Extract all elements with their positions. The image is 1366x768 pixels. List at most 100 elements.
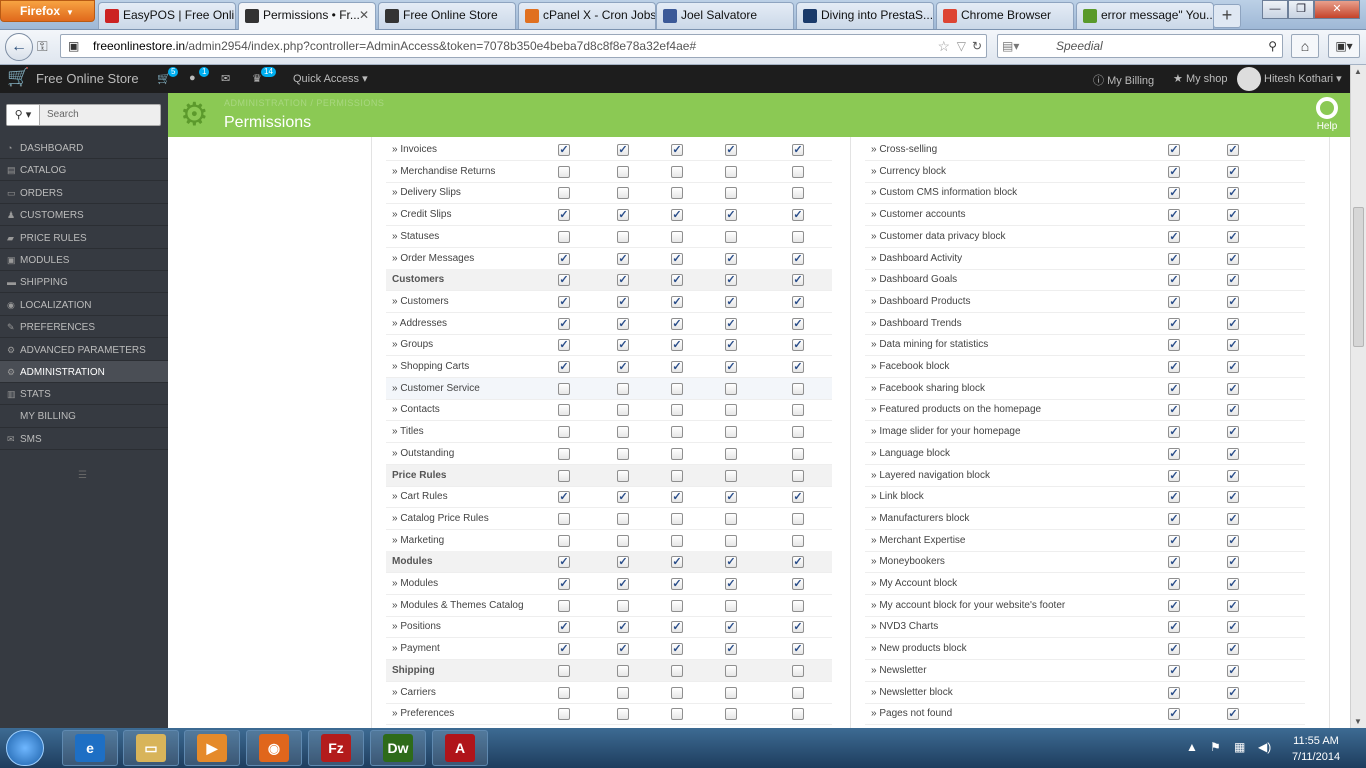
checked-checkbox[interactable]: ✓ [1168,643,1180,656]
checked-checkbox[interactable]: ✓ [617,361,629,373]
checked-checkbox[interactable]: ✓ [671,295,683,308]
unchecked-checkbox[interactable] [558,534,570,547]
unchecked-checkbox[interactable] [617,187,629,200]
bookmark-star-icon[interactable]: ☆ [937,35,950,57]
unchecked-checkbox[interactable] [671,404,683,417]
checked-checkbox[interactable]: ✓ [1227,512,1239,525]
checked-checkbox[interactable]: ✓ [725,144,737,156]
sidebar-item-advanced-parameters[interactable]: ⚙ ADVANCED PARAMETERS [0,339,168,361]
checked-checkbox[interactable]: ✓ [1227,686,1239,699]
sidebar-item-dashboard[interactable]: ◔ DASHBOARD [0,137,168,159]
checked-checkbox[interactable]: ✓ [617,556,629,569]
checked-checkbox[interactable]: ✓ [1227,144,1239,156]
checked-checkbox[interactable]: ✓ [558,491,570,504]
checked-checkbox[interactable]: ✓ [1168,491,1180,504]
unchecked-checkbox[interactable] [558,447,570,460]
unchecked-checkbox[interactable] [671,382,683,395]
unchecked-checkbox[interactable] [792,534,804,547]
unchecked-checkbox[interactable] [617,664,629,677]
search-bar[interactable]: ▤▾ Speedial ⚲ [997,34,1283,58]
unchecked-checkbox[interactable] [671,708,683,721]
unchecked-checkbox[interactable] [617,686,629,699]
sidebar-item-administration[interactable]: ⚙ ADMINISTRATION [0,361,168,383]
unchecked-checkbox[interactable] [725,426,737,439]
sidebar-item-modules[interactable]: ▣ MODULES [0,249,168,271]
sidebar-item-customers[interactable]: ♟ CUSTOMERS [0,204,168,227]
checked-checkbox[interactable]: ✓ [558,144,570,156]
unchecked-checkbox[interactable] [792,599,804,612]
checked-checkbox[interactable]: ✓ [1168,512,1180,525]
checked-checkbox[interactable]: ✓ [792,361,804,373]
checked-checkbox[interactable]: ✓ [725,556,737,569]
unchecked-checkbox[interactable] [671,534,683,547]
dreamweaver-taskbar-button[interactable]: Dw [370,730,426,766]
scroll-down-arrow-icon[interactable]: ▼ [1354,717,1362,726]
sidebar-item-stats[interactable]: ▥ STATS [0,383,168,406]
unchecked-checkbox[interactable] [617,599,629,612]
unchecked-checkbox[interactable] [617,708,629,721]
sidebar-item-price-rules[interactable]: ▰ PRICE RULES [0,227,168,249]
checked-checkbox[interactable]: ✓ [1168,534,1180,547]
identity-key-icon[interactable]: ⚿ [37,38,48,55]
unchecked-checkbox[interactable] [792,512,804,525]
unchecked-checkbox[interactable] [725,534,737,547]
search-icon[interactable]: ⚲ [1268,35,1277,57]
new-customers-icon[interactable]: ● [189,72,196,84]
unchecked-checkbox[interactable] [792,382,804,395]
unchecked-checkbox[interactable] [558,708,570,721]
messages-envelope-icon[interactable]: ✉ [221,72,230,85]
checked-checkbox[interactable]: ✓ [792,339,804,352]
unchecked-checkbox[interactable] [725,512,737,525]
scroll-up-arrow-icon[interactable]: ▲ [1354,67,1362,76]
action-center-flag-icon[interactable]: ⚑ [1210,740,1221,754]
unchecked-checkbox[interactable] [792,426,804,439]
checked-checkbox[interactable]: ✓ [1168,165,1180,178]
browser-tab[interactable]: Permissions • Fr... ✕ [238,2,376,30]
checked-checkbox[interactable]: ✓ [617,274,629,287]
new-tab-button[interactable]: + [1213,4,1241,28]
my-billing-link[interactable]: ⓘ My Billing [1093,72,1154,88]
volume-icon[interactable]: ◀) [1258,740,1271,754]
checked-checkbox[interactable]: ✓ [1227,274,1239,287]
minimize-button[interactable]: — [1262,0,1288,19]
checked-checkbox[interactable]: ✓ [1168,578,1180,590]
sidebar-item-localization[interactable]: ◉ LOCALIZATION [0,294,168,316]
back-button[interactable]: ← [5,33,33,61]
maximize-button[interactable]: ❐ [1288,0,1314,19]
checked-checkbox[interactable]: ✓ [671,317,683,330]
checked-checkbox[interactable]: ✓ [1227,621,1239,634]
unchecked-checkbox[interactable] [617,512,629,525]
checked-checkbox[interactable]: ✓ [792,491,804,504]
unchecked-checkbox[interactable] [617,426,629,439]
unchecked-checkbox[interactable] [558,404,570,417]
checked-checkbox[interactable]: ✓ [671,556,683,569]
checked-checkbox[interactable]: ✓ [617,317,629,330]
sidebar-item-preferences[interactable]: ✎ PREFERENCES [0,316,168,339]
unchecked-checkbox[interactable] [617,469,629,482]
system-clock[interactable]: 11:55 AM 7/11/2014 [1286,733,1346,765]
checked-checkbox[interactable]: ✓ [792,556,804,569]
checked-checkbox[interactable]: ✓ [1227,491,1239,504]
checked-checkbox[interactable]: ✓ [1168,230,1180,243]
unchecked-checkbox[interactable] [725,708,737,721]
unchecked-checkbox[interactable] [725,404,737,417]
unchecked-checkbox[interactable] [617,382,629,395]
checked-checkbox[interactable]: ✓ [725,643,737,656]
checked-checkbox[interactable]: ✓ [617,295,629,308]
unchecked-checkbox[interactable] [558,165,570,178]
checked-checkbox[interactable]: ✓ [1168,404,1180,417]
checked-checkbox[interactable]: ✓ [671,361,683,373]
checked-checkbox[interactable]: ✓ [1168,252,1180,265]
checked-checkbox[interactable]: ✓ [1227,230,1239,243]
unchecked-checkbox[interactable] [617,165,629,178]
checked-checkbox[interactable]: ✓ [1227,534,1239,547]
unchecked-checkbox[interactable] [792,447,804,460]
unchecked-checkbox[interactable] [558,426,570,439]
addon-menu-button[interactable]: ▣▾ [1328,34,1360,58]
sidebar-item-my-billing[interactable]: MY BILLING [0,406,168,428]
checked-checkbox[interactable]: ✓ [1168,295,1180,308]
checked-checkbox[interactable]: ✓ [1168,664,1180,677]
checked-checkbox[interactable]: ✓ [792,578,804,590]
checked-checkbox[interactable]: ✓ [558,556,570,569]
reload-icon[interactable]: ↻ [972,35,982,57]
